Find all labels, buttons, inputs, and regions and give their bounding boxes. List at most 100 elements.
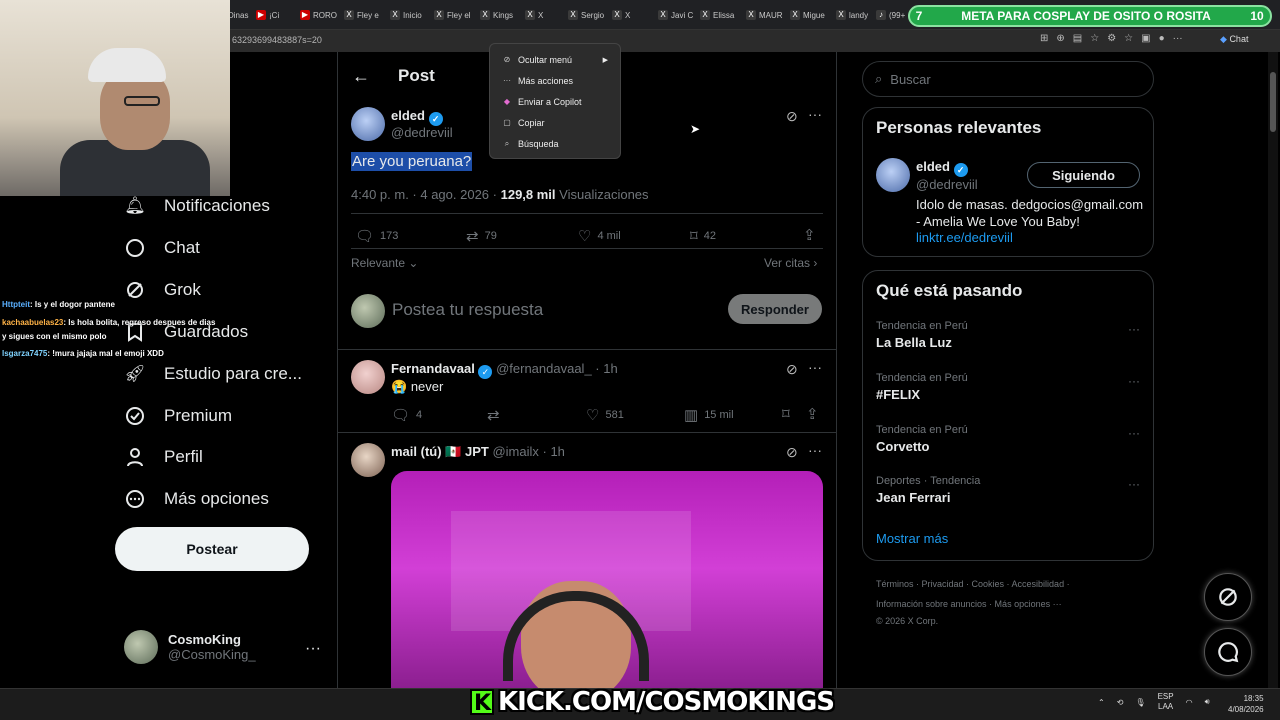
reply-author-name[interactable]: Fernandavaal: [391, 361, 475, 376]
microphone-icon[interactable]: 🎙︎: [1135, 698, 1145, 707]
repost-action[interactable]: ⇄: [487, 406, 506, 424]
reply-action[interactable]: 🗨︎ 173: [355, 227, 398, 245]
browser-tab[interactable]: ▶ ¡Ci: [256, 6, 292, 24]
repost-action[interactable]: ⇄ 79: [466, 227, 497, 245]
zoom-icon[interactable]: ⊕: [1056, 33, 1064, 44]
account-switcher[interactable]: CosmoKing @CosmoKing_: [124, 630, 256, 664]
browser-tab[interactable]: X MAUR: [746, 6, 786, 24]
nav-profile[interactable]: Perfil: [124, 446, 203, 468]
author-handle[interactable]: @dedreviil: [391, 125, 453, 140]
grok-icon[interactable]: ⊘: [786, 361, 798, 378]
trend-more-icon[interactable]: ···: [1128, 477, 1140, 491]
sort-dropdown[interactable]: Relevante ⌄: [351, 256, 418, 270]
browser-tab[interactable]: Dinas: [228, 6, 252, 24]
bookmark-action[interactable]: ⌑: [782, 405, 796, 423]
views-action[interactable]: ▥ 15 mil: [684, 406, 734, 424]
relevant-person-name[interactable]: elded ✓: [916, 159, 968, 177]
nav-grok[interactable]: Grok: [124, 279, 201, 301]
reader-icon[interactable]: ▤: [1073, 33, 1082, 44]
like-action[interactable]: ♡ 581: [586, 406, 624, 424]
grok-fab-button[interactable]: [1204, 573, 1252, 621]
nav-premium[interactable]: Premium: [124, 405, 232, 427]
copilot-chat-button[interactable]: ◆ Chat: [1220, 34, 1248, 45]
trend-more-icon[interactable]: ···: [1128, 322, 1140, 336]
bio-link[interactable]: linktr.ee/dedreviil: [916, 230, 1013, 245]
reply-action[interactable]: 🗨︎ 4: [391, 406, 422, 424]
menu-item-search[interactable]: ⌕ Búsqueda: [490, 133, 620, 154]
avatar[interactable]: [876, 158, 910, 192]
nav-more-options[interactable]: Más opciones: [124, 488, 269, 510]
scrollbar[interactable]: [1268, 52, 1278, 688]
reply-more-icon[interactable]: ···: [808, 359, 822, 375]
url-text[interactable]: 63293699483887s=20: [232, 35, 322, 45]
back-arrow-icon[interactable]: ←: [352, 66, 370, 87]
browser-tab[interactable]: X Migue: [790, 6, 832, 24]
share-action[interactable]: ⇪: [803, 226, 822, 244]
reply-more-icon[interactable]: ···: [808, 442, 822, 458]
browser-tab[interactable]: X Kings: [480, 6, 520, 24]
browser-tab[interactable]: X Sergio: [568, 6, 608, 24]
browser-tab[interactable]: X Fley e: [344, 6, 384, 24]
clock[interactable]: 18:35 4/08/2026: [1228, 693, 1264, 715]
trend-item[interactable]: Tendencia en Perú La Bella Luz ···: [876, 320, 1140, 350]
account-more-icon[interactable]: ···: [305, 640, 321, 658]
reply-video[interactable]: [391, 471, 823, 688]
reply-button[interactable]: Responder: [728, 294, 822, 324]
scrollbar-thumb[interactable]: [1270, 72, 1276, 132]
menu-item-hide-menu[interactable]: ⊘ Ocultar menú ▶: [490, 49, 620, 70]
view-quotes-link[interactable]: Ver citas ›: [764, 256, 817, 270]
extensions-icon[interactable]: ⚙: [1107, 33, 1116, 44]
trend-more-icon[interactable]: ···: [1128, 374, 1140, 388]
share-action[interactable]: ⇪: [806, 405, 825, 423]
bookmark-action[interactable]: ⌑ 42: [690, 227, 716, 245]
chevron-up-icon[interactable]: ⌃: [1098, 698, 1105, 707]
trend-item[interactable]: Tendencia en Perú #FELIX ···: [876, 372, 1140, 402]
show-more-link[interactable]: Mostrar más: [876, 531, 948, 546]
favorite-star-icon[interactable]: ☆: [1090, 33, 1099, 44]
menu-item-more-actions[interactable]: ··· Más acciones: [490, 70, 620, 91]
nav-notifications[interactable]: 🔔︎ Notificaciones: [124, 195, 270, 217]
footer-links[interactable]: Términos · Privacidad · Cookies · Accesi…: [876, 579, 1070, 589]
author-name[interactable]: elded ✓: [391, 108, 443, 126]
browser-tab[interactable]: ▶ RORO: [300, 6, 340, 24]
screenshot-icon[interactable]: ⊞: [1040, 33, 1048, 44]
profile-icon[interactable]: ●: [1159, 33, 1165, 44]
browser-tab[interactable]: X Fley el: [434, 6, 474, 24]
avatar[interactable]: [351, 360, 385, 394]
author-avatar[interactable]: [351, 107, 385, 141]
wallet-icon[interactable]: ▣: [1141, 33, 1150, 44]
volume-icon[interactable]: 🔊︎: [1205, 697, 1210, 707]
following-button[interactable]: Siguiendo: [1027, 162, 1140, 188]
nav-creator-studio[interactable]: 🚀︎ Estudio para cre...: [124, 363, 302, 385]
trend-item[interactable]: Tendencia en Perú Corvetto ···: [876, 424, 1140, 454]
footer-links[interactable]: Información sobre anuncios · Más opcione…: [876, 599, 1062, 609]
browser-tab[interactable]: X Javi C: [658, 6, 696, 24]
browser-tab[interactable]: X Elissa: [700, 6, 742, 24]
post-button[interactable]: Postear: [115, 527, 309, 571]
more-icon[interactable]: ···: [1173, 33, 1183, 44]
post-more-icon[interactable]: ···: [808, 106, 822, 122]
browser-tab[interactable]: X Inicio: [390, 6, 430, 24]
reply-author-name[interactable]: mail (tú): [391, 444, 442, 459]
trend-more-icon[interactable]: ···: [1128, 426, 1140, 440]
grok-icon[interactable]: ⊘: [786, 108, 798, 125]
collections-icon[interactable]: ☆: [1124, 33, 1133, 44]
browser-tab[interactable]: XX: [612, 6, 648, 24]
grok-icon[interactable]: ⊘: [786, 444, 798, 461]
like-action[interactable]: ♡ 4 mil: [578, 227, 621, 245]
browser-tab[interactable]: ♪ (99+: [876, 6, 908, 24]
language-indicator[interactable]: ESP LAA: [1158, 692, 1174, 712]
reply-handle[interactable]: @fernandavaal_ · 1h: [496, 361, 618, 376]
network-icon[interactable]: ⟲: [1117, 698, 1124, 707]
avatar[interactable]: [351, 443, 385, 477]
search-input[interactable]: ⌕ Buscar: [862, 61, 1154, 97]
nav-chat[interactable]: Chat: [124, 237, 200, 259]
wifi-icon[interactable]: ◠: [1186, 698, 1193, 707]
browser-tab[interactable]: XX: [525, 6, 561, 24]
relevant-person-handle[interactable]: @dedreviil: [916, 177, 978, 192]
reply-handle[interactable]: @imailx · 1h: [492, 444, 564, 459]
menu-item-copy[interactable]: ▢ Copiar: [490, 112, 620, 133]
menu-item-send-to-copilot[interactable]: ◆ Enviar a Copilot: [490, 91, 620, 112]
messages-fab-button[interactable]: [1204, 628, 1252, 676]
reply-input[interactable]: Postea tu respuesta: [392, 300, 543, 320]
